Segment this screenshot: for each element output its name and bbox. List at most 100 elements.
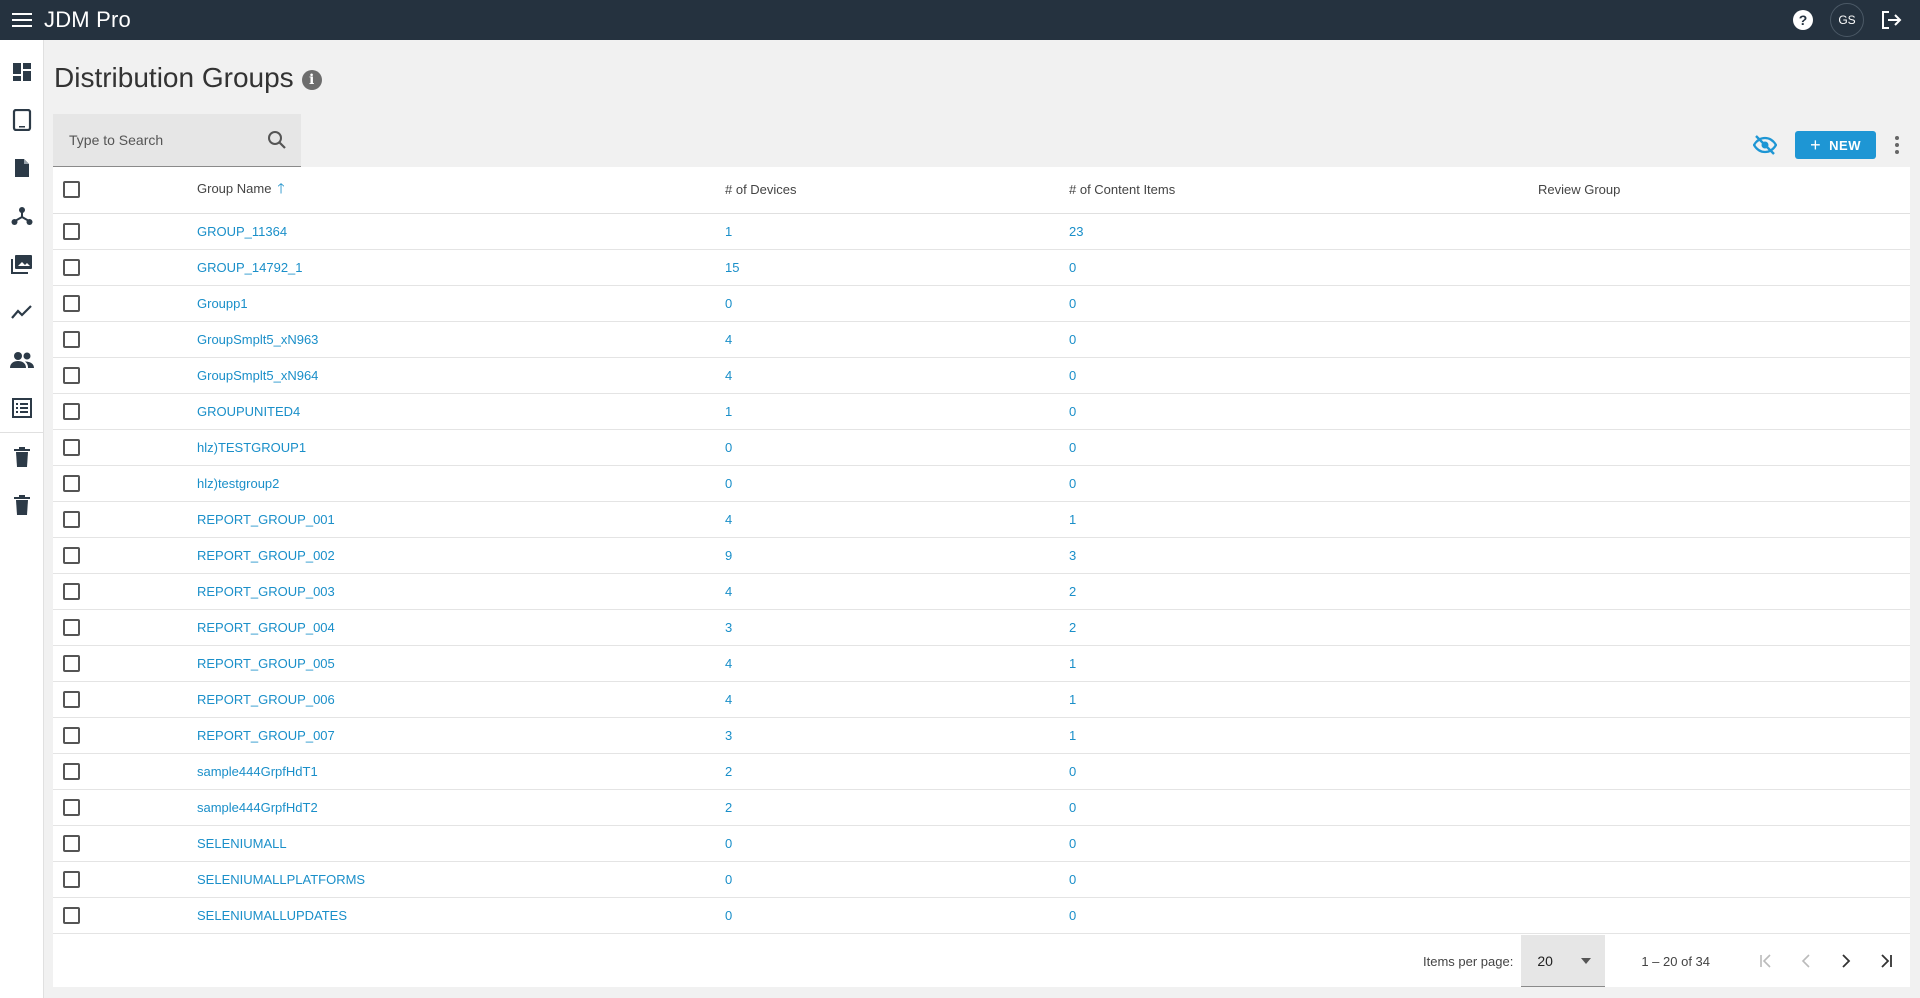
device-count-link[interactable]: 0 xyxy=(725,296,732,311)
device-count-link[interactable]: 15 xyxy=(725,260,739,275)
row-checkbox[interactable] xyxy=(63,546,80,564)
search-input[interactable] xyxy=(69,132,259,148)
table-row[interactable]: SELENIUMALLUPDATES 0 0 xyxy=(53,897,1910,934)
toggle-visibility-button[interactable] xyxy=(1753,135,1778,155)
device-count-link[interactable]: 1 xyxy=(725,404,732,419)
menu-button[interactable] xyxy=(0,0,44,40)
device-count-link[interactable]: 0 xyxy=(725,440,732,455)
row-checkbox[interactable] xyxy=(63,798,80,816)
table-row[interactable]: SELENIUMALLPLATFORMS 0 0 xyxy=(53,861,1910,898)
group-name-link[interactable]: SELENIUMALLUPDATES xyxy=(197,908,347,923)
device-count-link[interactable]: 3 xyxy=(725,728,732,743)
group-name-link[interactable]: hlz)testgroup2 xyxy=(197,476,279,491)
group-name-link[interactable]: REPORT_GROUP_003 xyxy=(197,584,335,599)
sidebar-item-trash[interactable] xyxy=(0,433,44,481)
row-checkbox[interactable] xyxy=(63,762,80,780)
group-name-link[interactable]: GROUPUNITED4 xyxy=(197,404,300,419)
last-page-button[interactable] xyxy=(1866,941,1906,981)
previous-page-button[interactable] xyxy=(1786,941,1826,981)
sidebar-item-groups[interactable] xyxy=(0,192,44,240)
sidebar-item-dashboard[interactable] xyxy=(0,48,44,96)
search-icon[interactable] xyxy=(267,130,287,150)
group-name-link[interactable]: GROUP_14792_1 xyxy=(197,260,303,275)
column-header-group-name[interactable]: Group Name 🡑 xyxy=(197,167,725,214)
group-name-link[interactable]: SELENIUMALL xyxy=(197,836,287,851)
row-checkbox[interactable] xyxy=(63,726,80,744)
row-checkbox[interactable] xyxy=(63,438,80,456)
group-name-link[interactable]: GROUP_11364 xyxy=(197,224,287,239)
sidebar-item-content[interactable] xyxy=(0,144,44,192)
sidebar-item-lists[interactable] xyxy=(0,384,44,432)
sidebar-item-devices[interactable] xyxy=(0,96,44,144)
device-count-link[interactable]: 0 xyxy=(725,836,732,851)
row-checkbox[interactable] xyxy=(63,402,80,420)
select-all-checkbox[interactable] xyxy=(63,181,80,199)
table-row[interactable]: sample444GrpfHdT1 2 0 xyxy=(53,753,1910,790)
content-count-link[interactable]: 2 xyxy=(1069,620,1076,635)
content-count-link[interactable]: 2 xyxy=(1069,584,1076,599)
table-row[interactable]: REPORT_GROUP_006 4 1 xyxy=(53,681,1910,718)
group-name-link[interactable]: SELENIUMALLPLATFORMS xyxy=(197,872,365,887)
content-count-link[interactable]: 1 xyxy=(1069,692,1076,707)
table-row[interactable]: REPORT_GROUP_001 4 1 xyxy=(53,501,1910,538)
content-count-link[interactable]: 0 xyxy=(1069,296,1076,311)
content-count-link[interactable]: 0 xyxy=(1069,872,1076,887)
content-count-link[interactable]: 0 xyxy=(1069,908,1076,923)
row-checkbox[interactable] xyxy=(63,690,80,708)
sidebar-item-media[interactable] xyxy=(0,240,44,288)
device-count-link[interactable]: 2 xyxy=(725,800,732,815)
items-per-page-select[interactable]: 20 xyxy=(1521,935,1606,987)
device-count-link[interactable]: 4 xyxy=(725,692,732,707)
sidebar-item-users[interactable] xyxy=(0,336,44,384)
row-checkbox[interactable] xyxy=(63,510,80,528)
table-row[interactable]: REPORT_GROUP_005 4 1 xyxy=(53,645,1910,682)
table-row[interactable]: GroupSmplt5_xN964 4 0 xyxy=(53,357,1910,394)
content-count-link[interactable]: 1 xyxy=(1069,512,1076,527)
row-checkbox[interactable] xyxy=(63,906,80,924)
group-name-link[interactable]: GroupSmplt5_xN964 xyxy=(197,368,318,383)
table-row[interactable]: sample444GrpfHdT2 2 0 xyxy=(53,789,1910,826)
next-page-button[interactable] xyxy=(1826,941,1866,981)
table-row[interactable]: GROUP_14792_1 15 0 xyxy=(53,249,1910,286)
table-row[interactable]: Groupp1 0 0 xyxy=(53,285,1910,322)
table-row[interactable]: REPORT_GROUP_002 9 3 xyxy=(53,537,1910,574)
content-count-link[interactable]: 1 xyxy=(1069,656,1076,671)
table-row[interactable]: REPORT_GROUP_003 4 2 xyxy=(53,573,1910,610)
row-checkbox[interactable] xyxy=(63,294,80,312)
content-count-link[interactable]: 0 xyxy=(1069,764,1076,779)
group-name-link[interactable]: sample444GrpfHdT2 xyxy=(197,800,318,815)
device-count-link[interactable]: 4 xyxy=(725,656,732,671)
group-name-link[interactable]: REPORT_GROUP_007 xyxy=(197,728,335,743)
group-name-link[interactable]: sample444GrpfHdT1 xyxy=(197,764,318,779)
device-count-link[interactable]: 0 xyxy=(725,872,732,887)
help-button[interactable]: ? xyxy=(1792,9,1814,31)
table-row[interactable]: hlz)testgroup2 0 0 xyxy=(53,465,1910,502)
content-count-link[interactable]: 23 xyxy=(1069,224,1083,239)
row-checkbox[interactable] xyxy=(63,330,80,348)
new-button[interactable]: + NEW xyxy=(1795,131,1876,159)
content-count-link[interactable]: 3 xyxy=(1069,548,1076,563)
row-checkbox[interactable] xyxy=(63,222,80,240)
row-checkbox[interactable] xyxy=(63,654,80,672)
first-page-button[interactable] xyxy=(1746,941,1786,981)
user-avatar[interactable]: GS xyxy=(1830,3,1864,37)
device-count-link[interactable]: 2 xyxy=(725,764,732,779)
device-count-link[interactable]: 1 xyxy=(725,224,732,239)
table-row[interactable]: GROUP_11364 1 23 xyxy=(53,213,1910,250)
group-name-link[interactable]: REPORT_GROUP_006 xyxy=(197,692,335,707)
table-row[interactable]: GroupSmplt5_xN963 4 0 xyxy=(53,321,1910,358)
info-icon[interactable]: i xyxy=(301,70,322,90)
sidebar-item-reports[interactable] xyxy=(0,288,44,336)
device-count-link[interactable]: 4 xyxy=(725,368,732,383)
content-count-link[interactable]: 0 xyxy=(1069,836,1076,851)
content-count-link[interactable]: 1 xyxy=(1069,728,1076,743)
table-row[interactable]: REPORT_GROUP_004 3 2 xyxy=(53,609,1910,646)
content-count-link[interactable]: 0 xyxy=(1069,404,1076,419)
device-count-link[interactable]: 4 xyxy=(725,512,732,527)
row-checkbox[interactable] xyxy=(63,474,80,492)
column-header-review-group[interactable]: Review Group xyxy=(1538,167,1910,214)
device-count-link[interactable]: 0 xyxy=(725,908,732,923)
table-row[interactable]: SELENIUMALL 0 0 xyxy=(53,825,1910,862)
row-checkbox[interactable] xyxy=(63,258,80,276)
row-checkbox[interactable] xyxy=(63,870,80,888)
